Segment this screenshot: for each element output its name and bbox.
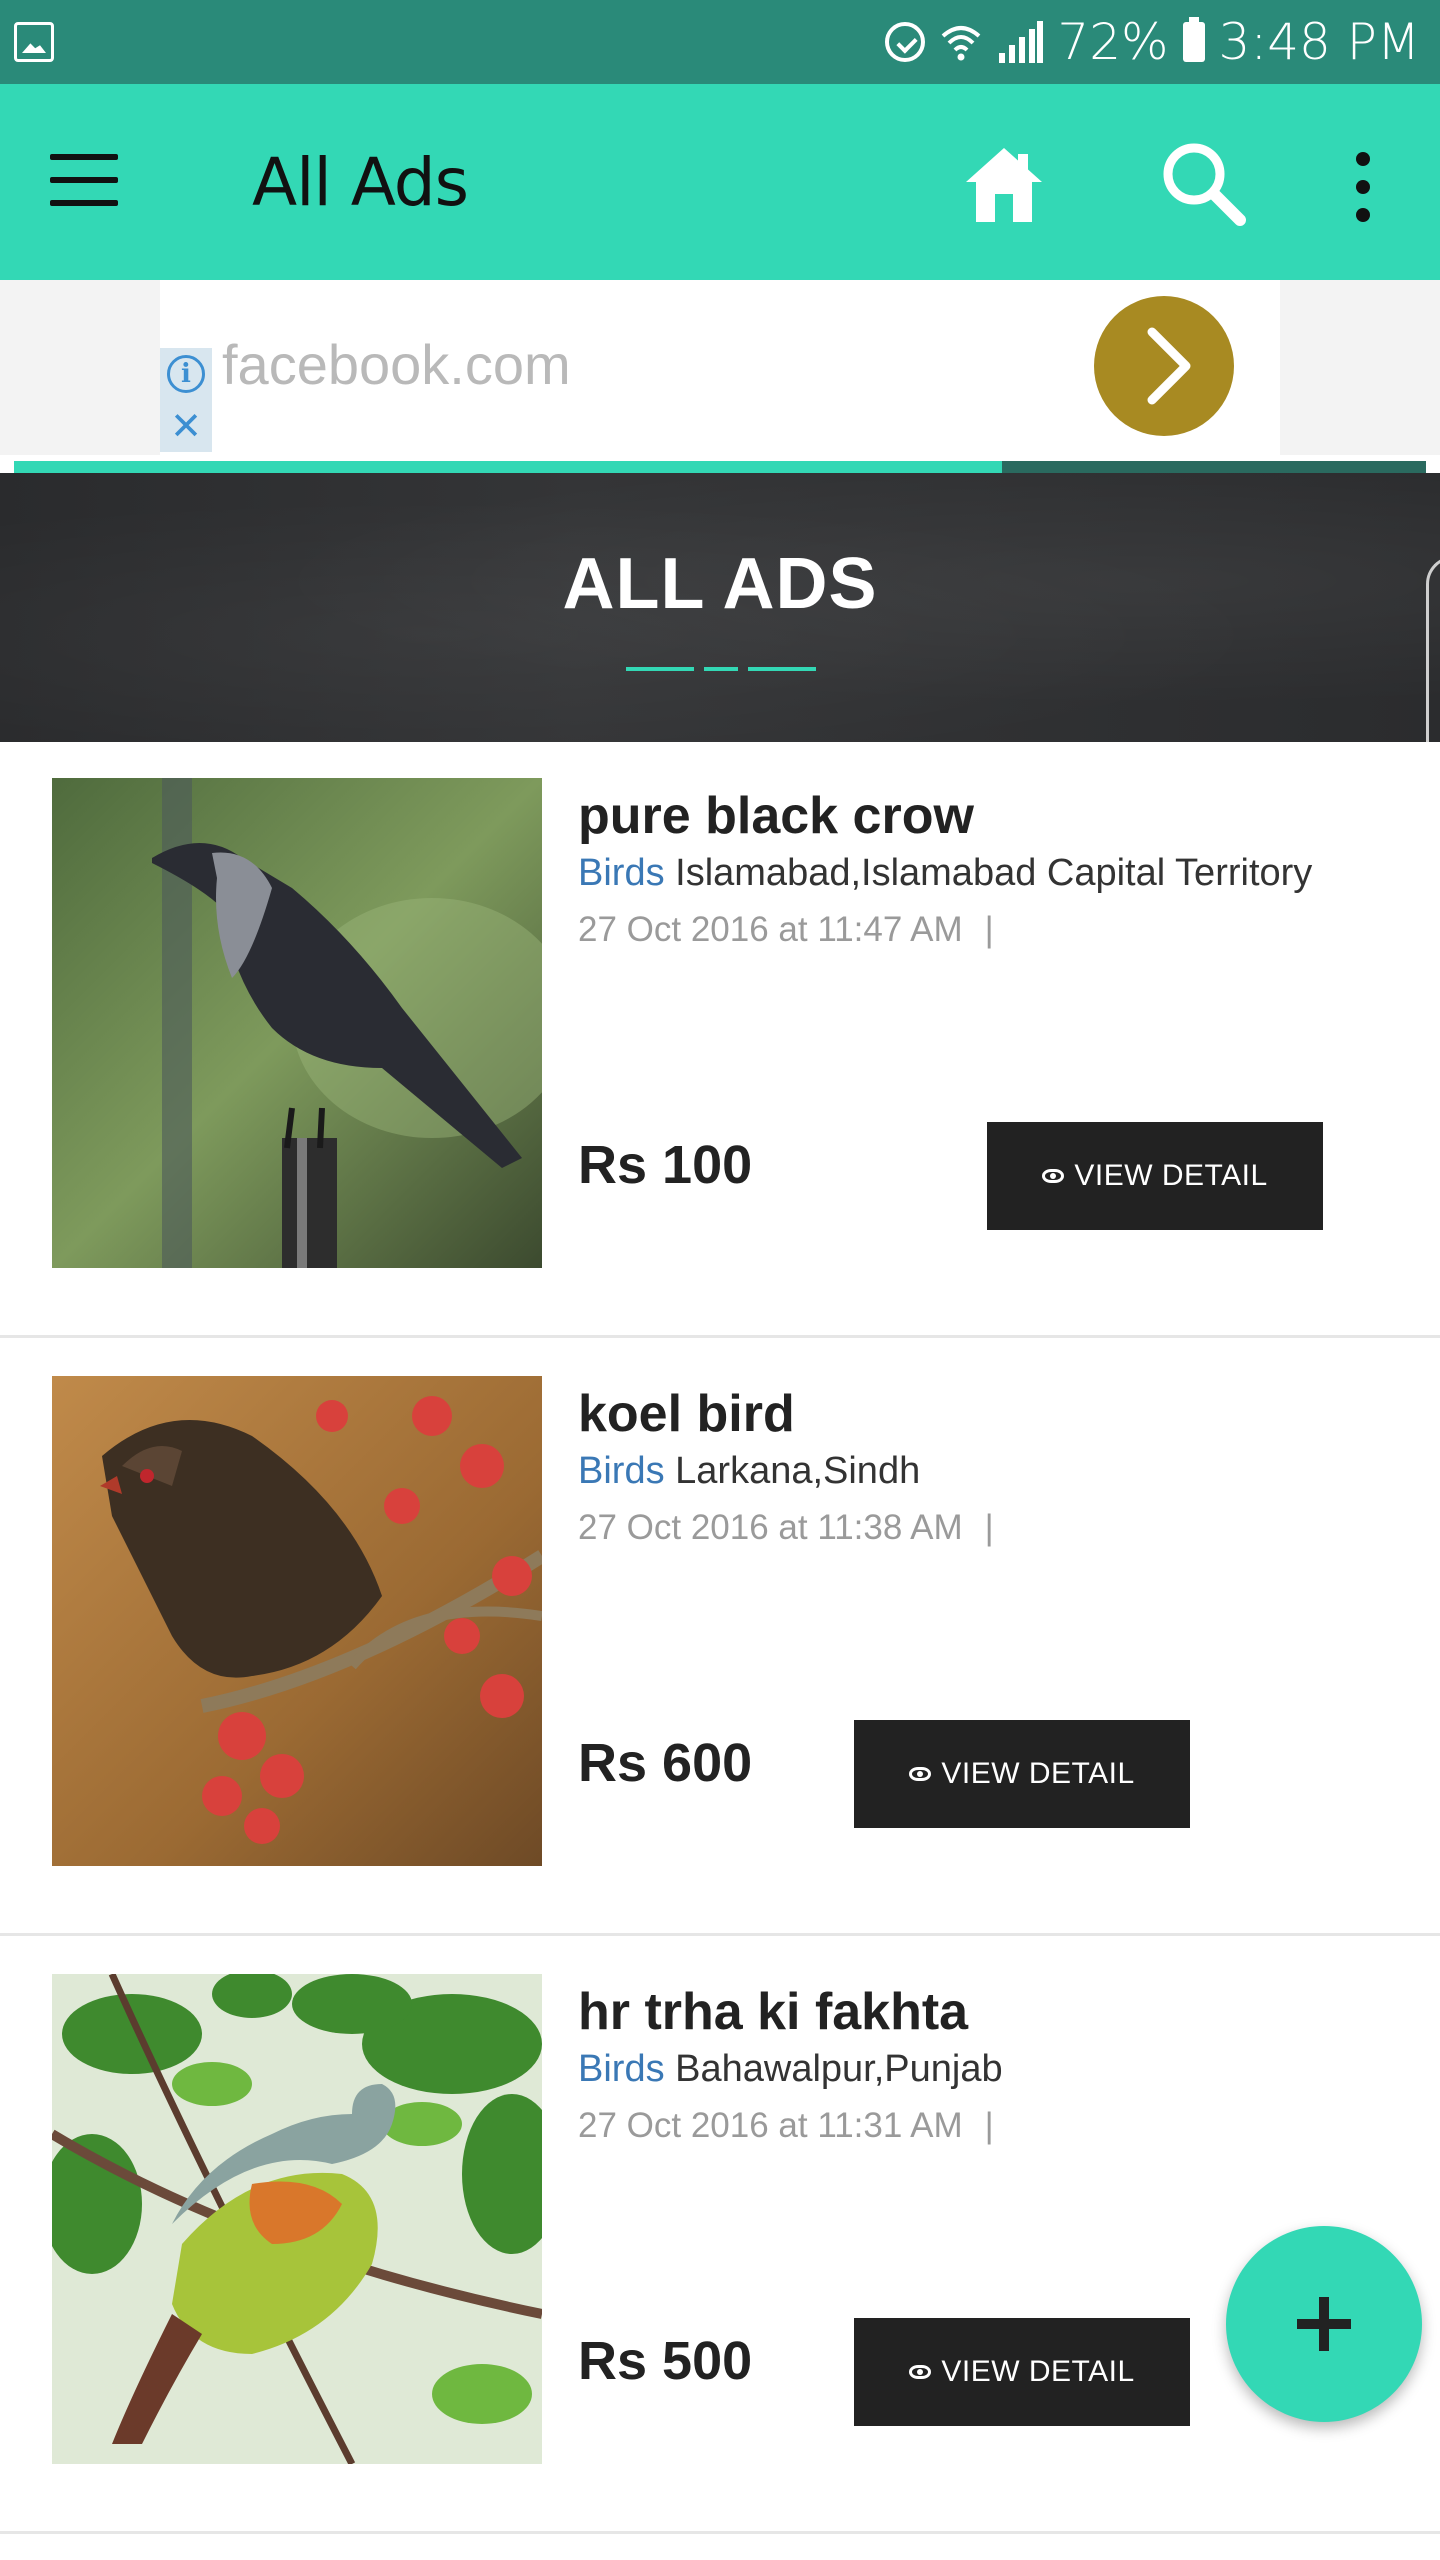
ad-url[interactable]: facebook.com xyxy=(222,332,571,397)
alarm-icon xyxy=(885,22,926,62)
eye-icon xyxy=(909,1767,932,1781)
ad-date: 27 Oct 2016 at 11:38 AM | xyxy=(578,1508,994,1548)
ad-date-text: 27 Oct 2016 at 11:38 AM xyxy=(578,1508,963,1547)
add-ad-button[interactable] xyxy=(1226,2226,1422,2422)
ad-location: Islamabad,Islamabad Capital Territory xyxy=(675,852,1313,894)
plus-icon-vertical xyxy=(1319,2297,1329,2351)
ad-date-text: 27 Oct 2016 at 11:31 AM xyxy=(578,2106,963,2145)
ad-title[interactable]: koel bird xyxy=(578,1384,795,1444)
wifi-icon xyxy=(942,26,981,61)
title-underline xyxy=(626,667,816,671)
ad-image-crow[interactable] xyxy=(52,778,542,1268)
ad-category[interactable]: Birds xyxy=(578,1450,665,1492)
ad-title[interactable]: pure black crow xyxy=(578,786,974,846)
ad-price: Rs 100 xyxy=(578,1135,753,1195)
eye-icon xyxy=(1042,1169,1065,1183)
date-separator: | xyxy=(984,2106,994,2145)
view-detail-button[interactable]: VIEW DETAIL xyxy=(987,1122,1323,1230)
status-right: 72% 3:48 PM xyxy=(885,0,1420,84)
date-separator: | xyxy=(984,1508,994,1547)
ad-close-icon[interactable]: ✕ xyxy=(160,400,212,452)
ad-image-koel[interactable] xyxy=(52,1376,542,1866)
gallery-icon xyxy=(14,22,54,62)
more-vert-icon[interactable] xyxy=(1346,152,1380,222)
ad-date: 27 Oct 2016 at 11:47 AM | xyxy=(578,910,994,950)
ad-category[interactable]: Birds xyxy=(578,852,665,894)
view-detail-button[interactable]: VIEW DETAIL xyxy=(854,2318,1190,2426)
ad-location: Larkana,Sindh xyxy=(675,1450,921,1492)
ad-location: Bahawalpur,Punjab xyxy=(675,2048,1003,2090)
list-item[interactable]: koel bird Birds Larkana,Sindh 27 Oct 201… xyxy=(0,1340,1440,1936)
app-toolbar: All Ads xyxy=(0,84,1440,280)
signal-icon xyxy=(999,21,1044,63)
ad-info-icon[interactable]: i xyxy=(160,348,212,400)
ad-date-text: 27 Oct 2016 at 11:47 AM xyxy=(578,910,963,949)
ad-arrow-button[interactable] xyxy=(1094,296,1234,436)
home-icon[interactable] xyxy=(962,144,1046,224)
chevron-right-icon xyxy=(1147,327,1191,405)
battery-icon xyxy=(1182,17,1205,62)
view-detail-button[interactable]: VIEW DETAIL xyxy=(854,1720,1190,1828)
ad-meta: Birds Larkana,Sindh xyxy=(578,1450,920,1493)
page-title: All Ads xyxy=(252,144,469,221)
menu-icon[interactable] xyxy=(50,154,118,206)
clock: 3:48 PM xyxy=(1218,13,1420,71)
battery-percent: 72% xyxy=(1057,13,1169,71)
date-separator: | xyxy=(984,910,994,949)
view-detail-label: VIEW DETAIL xyxy=(1074,1159,1268,1192)
ad-meta: Birds Bahawalpur,Punjab xyxy=(578,2048,1003,2091)
ad-progress-fill xyxy=(14,461,1003,473)
eye-icon xyxy=(909,2365,932,2379)
ad-category[interactable]: Birds xyxy=(578,2048,665,2090)
ad-image-fakhta[interactable] xyxy=(52,1974,542,2464)
section-header: ALL ADS xyxy=(0,473,1440,742)
ad-badges: i ✕ xyxy=(160,348,212,452)
view-detail-label: VIEW DETAIL xyxy=(941,1757,1135,1790)
ad-progress-bar xyxy=(14,461,1426,473)
section-title: ALL ADS xyxy=(562,544,878,624)
ad-price: Rs 600 xyxy=(578,1733,753,1793)
ad-meta: Birds Islamabad,Islamabad Capital Territ… xyxy=(578,852,1312,895)
list-item[interactable]: pure black crow Birds Islamabad,Islamaba… xyxy=(0,742,1440,1338)
ad-price: Rs 500 xyxy=(578,2331,753,2391)
list-item[interactable]: hr trha ki fakhta Birds Bahawalpur,Punja… xyxy=(0,1938,1440,2534)
search-icon[interactable] xyxy=(1158,138,1248,228)
view-detail-label: VIEW DETAIL xyxy=(941,2355,1135,2388)
ad-date: 27 Oct 2016 at 11:31 AM | xyxy=(578,2106,994,2146)
status-bar: 72% 3:48 PM xyxy=(0,0,1440,84)
ad-title[interactable]: hr trha ki fakhta xyxy=(578,1982,968,2042)
